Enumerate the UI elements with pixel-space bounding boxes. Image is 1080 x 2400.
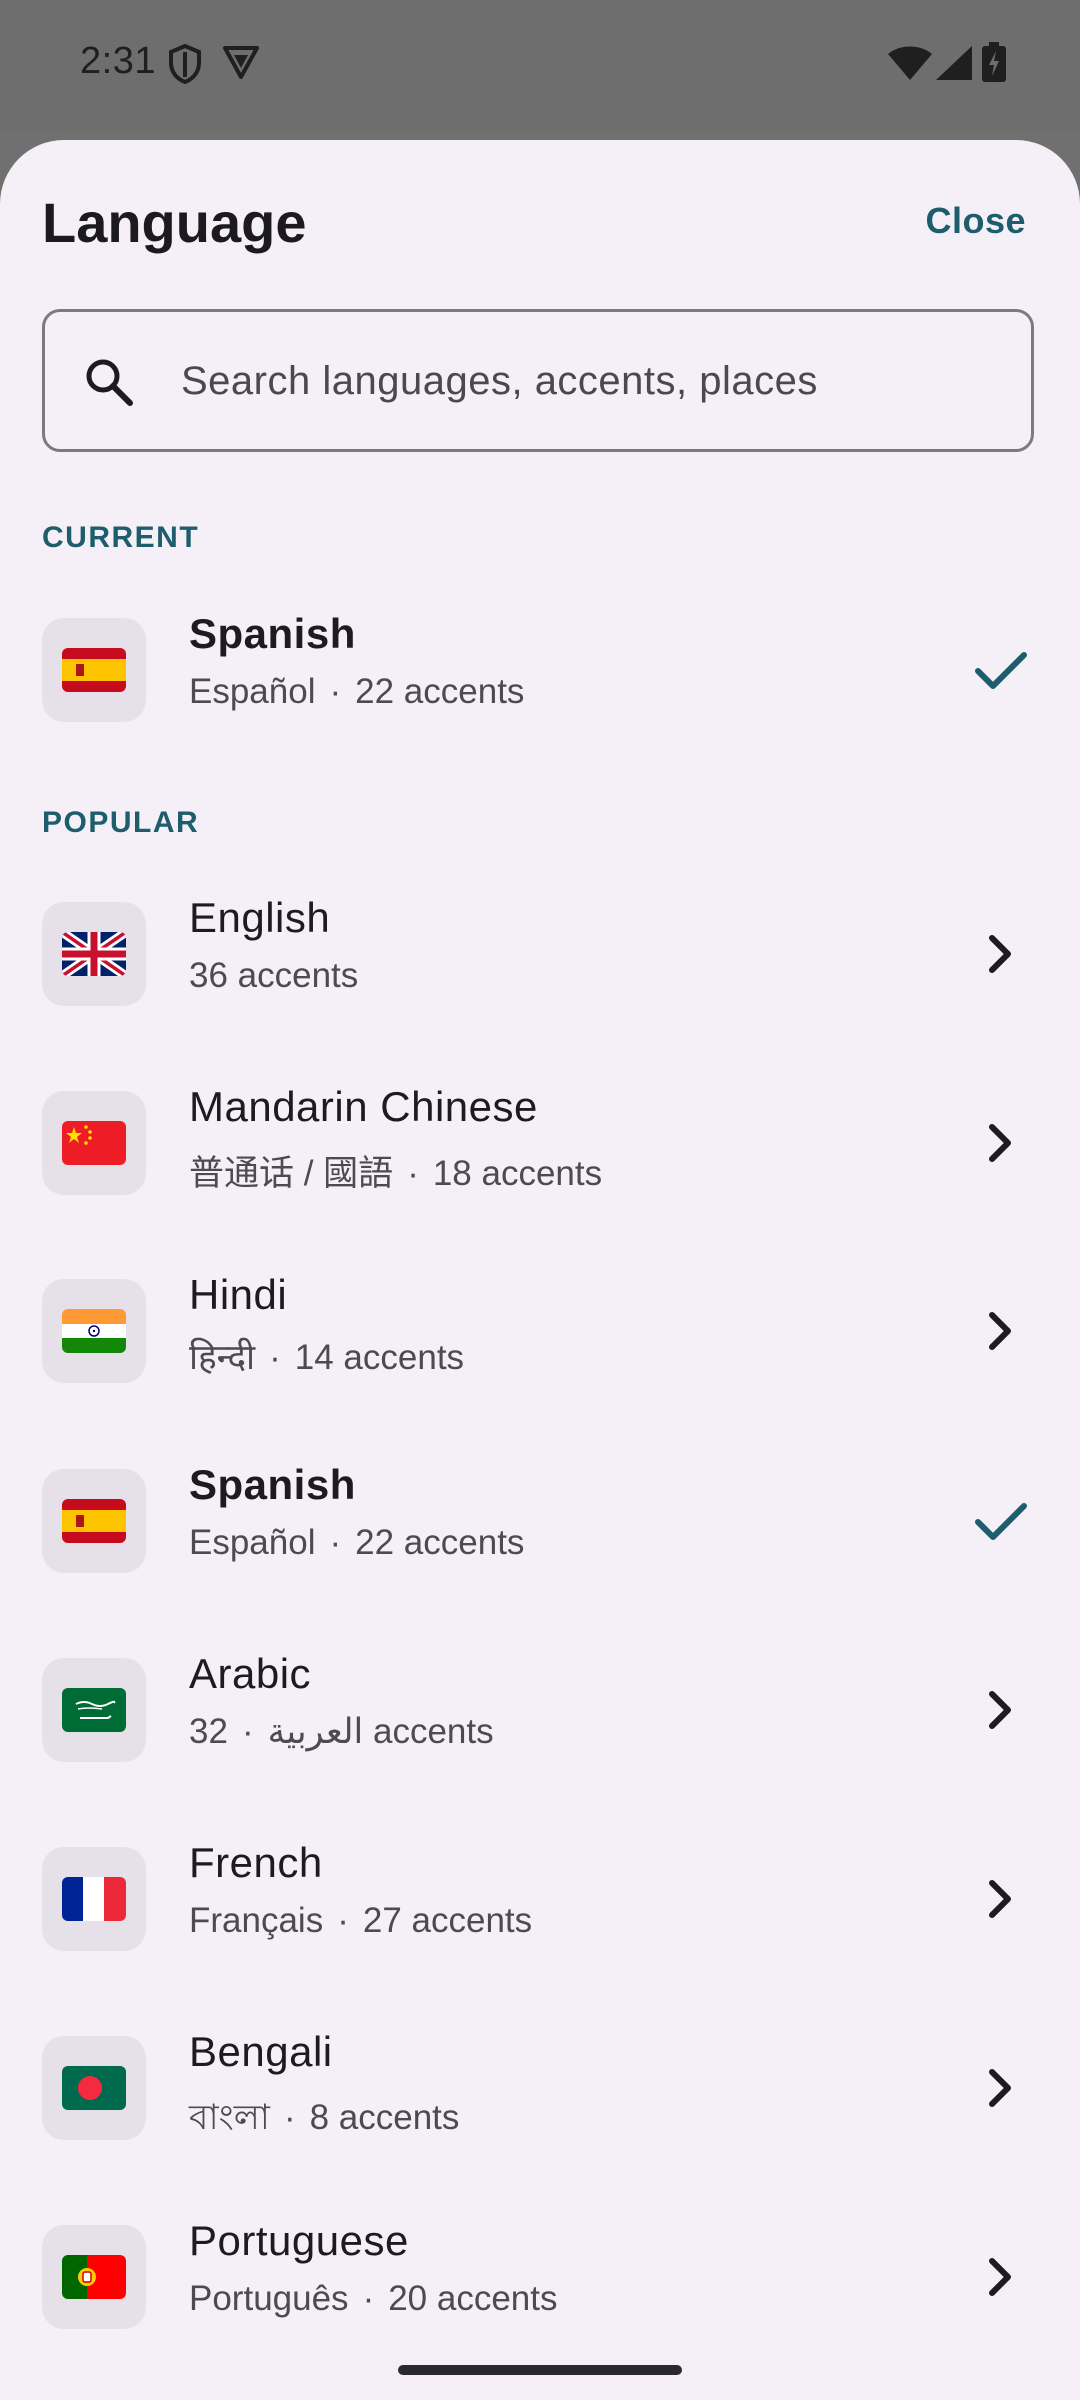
separator-dot: ·: [362, 2279, 375, 2318]
shield-icon: [169, 44, 201, 84]
wifi-icon: [888, 46, 932, 80]
native-name: Español: [189, 1523, 316, 1562]
language-subtitle: العربية·32 accents: [189, 1712, 494, 1752]
language-row-hindi[interactable]: Hindi हिन्दी · 14 accents: [0, 1249, 1080, 1419]
chevron-right-icon: [989, 2069, 1011, 2107]
accent-count: 22 accents: [355, 672, 525, 711]
language-subtitle: 普通话 / 國語 · 18 accents: [189, 1145, 602, 1196]
separator-dot: ·: [269, 1338, 281, 1377]
current-language-row[interactable]: Spanish Español · 22 accents: [0, 588, 1080, 758]
separator-dot: ·: [283, 2098, 296, 2137]
search-input[interactable]: [179, 312, 1003, 451]
chevron-right-icon: [989, 1312, 1011, 1350]
close-button[interactable]: Close: [925, 200, 1026, 242]
checkmark-icon: [975, 1503, 1027, 1540]
language-name: Portuguese: [189, 2217, 409, 2264]
france-flag-icon: [62, 1877, 126, 1921]
language-subtitle: हिन्दी · 14 accents: [189, 1333, 464, 1380]
native-name: हिन्दी: [189, 1338, 256, 1377]
language-name: Spanish: [189, 610, 356, 657]
native-name: Français: [189, 1901, 324, 1940]
language-name: Hindi: [189, 1271, 288, 1318]
spain-flag-icon: [62, 1499, 126, 1543]
language-row-bengali[interactable]: Bengali বাংলা · 8 accents: [0, 2006, 1080, 2176]
separator-dot: ·: [407, 1154, 419, 1193]
language-subtitle: Español · 22 accents: [189, 1523, 524, 1563]
chevron-right-icon: [989, 1124, 1011, 1162]
language-row-french[interactable]: French Français · 27 accents: [0, 1817, 1080, 1987]
chevron-right-icon: [989, 935, 1011, 973]
chevron-right-icon: [989, 1880, 1011, 1918]
accent-count: 18 accents: [432, 1154, 603, 1193]
accent-count: 20 accents: [388, 2279, 558, 2318]
native-name: العربية: [267, 1712, 364, 1751]
language-subtitle: 36 accents: [189, 956, 358, 996]
language-subtitle: Français · 27 accents: [189, 1901, 532, 1941]
flag-tile: [42, 2225, 146, 2329]
language-name: Bengali: [189, 2028, 333, 2075]
section-header-current: CURRENT: [42, 521, 200, 554]
language-row-arabic[interactable]: Arabic العربية·32 accents: [0, 1628, 1080, 1798]
spain-flag-icon: [62, 648, 126, 692]
language-name: Mandarin Chinese: [189, 1083, 538, 1130]
chevron-right-icon: [989, 1691, 1011, 1729]
vpn-badge-icon: [223, 46, 259, 79]
accent-count: 27 accents: [362, 1901, 533, 1940]
cellular-signal-icon: [936, 46, 972, 80]
sheet-title: Language: [42, 191, 307, 254]
flag-tile: [42, 902, 146, 1006]
flag-tile: [42, 2036, 146, 2140]
accent-count: 14 accents: [294, 1338, 465, 1377]
native-name: 普通话 / 國語: [189, 1154, 394, 1193]
language-subtitle: Español · 22 accents: [189, 672, 524, 712]
language-name: English: [189, 894, 331, 941]
accent-count: 36 accents: [189, 956, 359, 995]
separator-dot: ·: [329, 1523, 342, 1562]
uk-flag-icon: [62, 932, 126, 976]
india-flag-icon: [62, 1309, 126, 1353]
battery-charging-icon: [982, 42, 1006, 82]
chevron-right-icon: [989, 2258, 1011, 2296]
language-subtitle: বাংলা · 8 accents: [189, 2090, 459, 2149]
separator-dot: ·: [329, 672, 342, 711]
language-row-spanish[interactable]: Spanish Español · 22 accents: [0, 1439, 1080, 1609]
language-sheet: Language Close CURRENT Spanish Español · 2…: [0, 140, 1080, 2400]
saudi-arabia-flag-icon: [62, 1688, 126, 1732]
checkmark-icon: [975, 652, 1027, 689]
flag-tile: [42, 1847, 146, 1951]
separator-dot: ·: [337, 1901, 349, 1940]
language-subtitle: Português · 20 accents: [189, 2279, 558, 2319]
language-row-mandarin-chinese[interactable]: Mandarin Chinese 普通话 / 國語 · 18 accents: [0, 1061, 1080, 1231]
language-row-portuguese[interactable]: Portuguese Português · 20 accents: [0, 2195, 1080, 2365]
section-header-popular: POPULAR: [42, 806, 200, 839]
flag-tile: [42, 1658, 146, 1762]
language-name: French: [189, 1839, 323, 1886]
separator-dot: ·: [241, 1712, 254, 1751]
flag-tile: [42, 1469, 146, 1573]
bangladesh-flag-icon: [62, 2066, 126, 2110]
language-name: Arabic: [189, 1650, 312, 1697]
search-field[interactable]: [42, 309, 1034, 452]
language-name: Spanish: [189, 1461, 356, 1508]
native-name: বাংলা: [189, 2098, 270, 2137]
status-time: 2:31: [80, 40, 156, 82]
flag-tile: [42, 1091, 146, 1195]
home-indicator[interactable]: [398, 2365, 682, 2375]
native-name: Español: [189, 672, 316, 711]
portugal-flag-icon: [62, 2255, 126, 2299]
accent-count: 22 accents: [355, 1523, 525, 1562]
china-flag-icon: [62, 1121, 126, 1165]
status-bar: 2:31: [0, 0, 1080, 130]
language-row-english[interactable]: English 36 accents: [0, 872, 1080, 1042]
native-name: Português: [189, 2279, 349, 2318]
search-icon: [86, 359, 133, 406]
flag-tile: [42, 1279, 146, 1383]
flag-tile: [42, 618, 146, 722]
accent-count: 8 accents: [309, 2098, 460, 2137]
